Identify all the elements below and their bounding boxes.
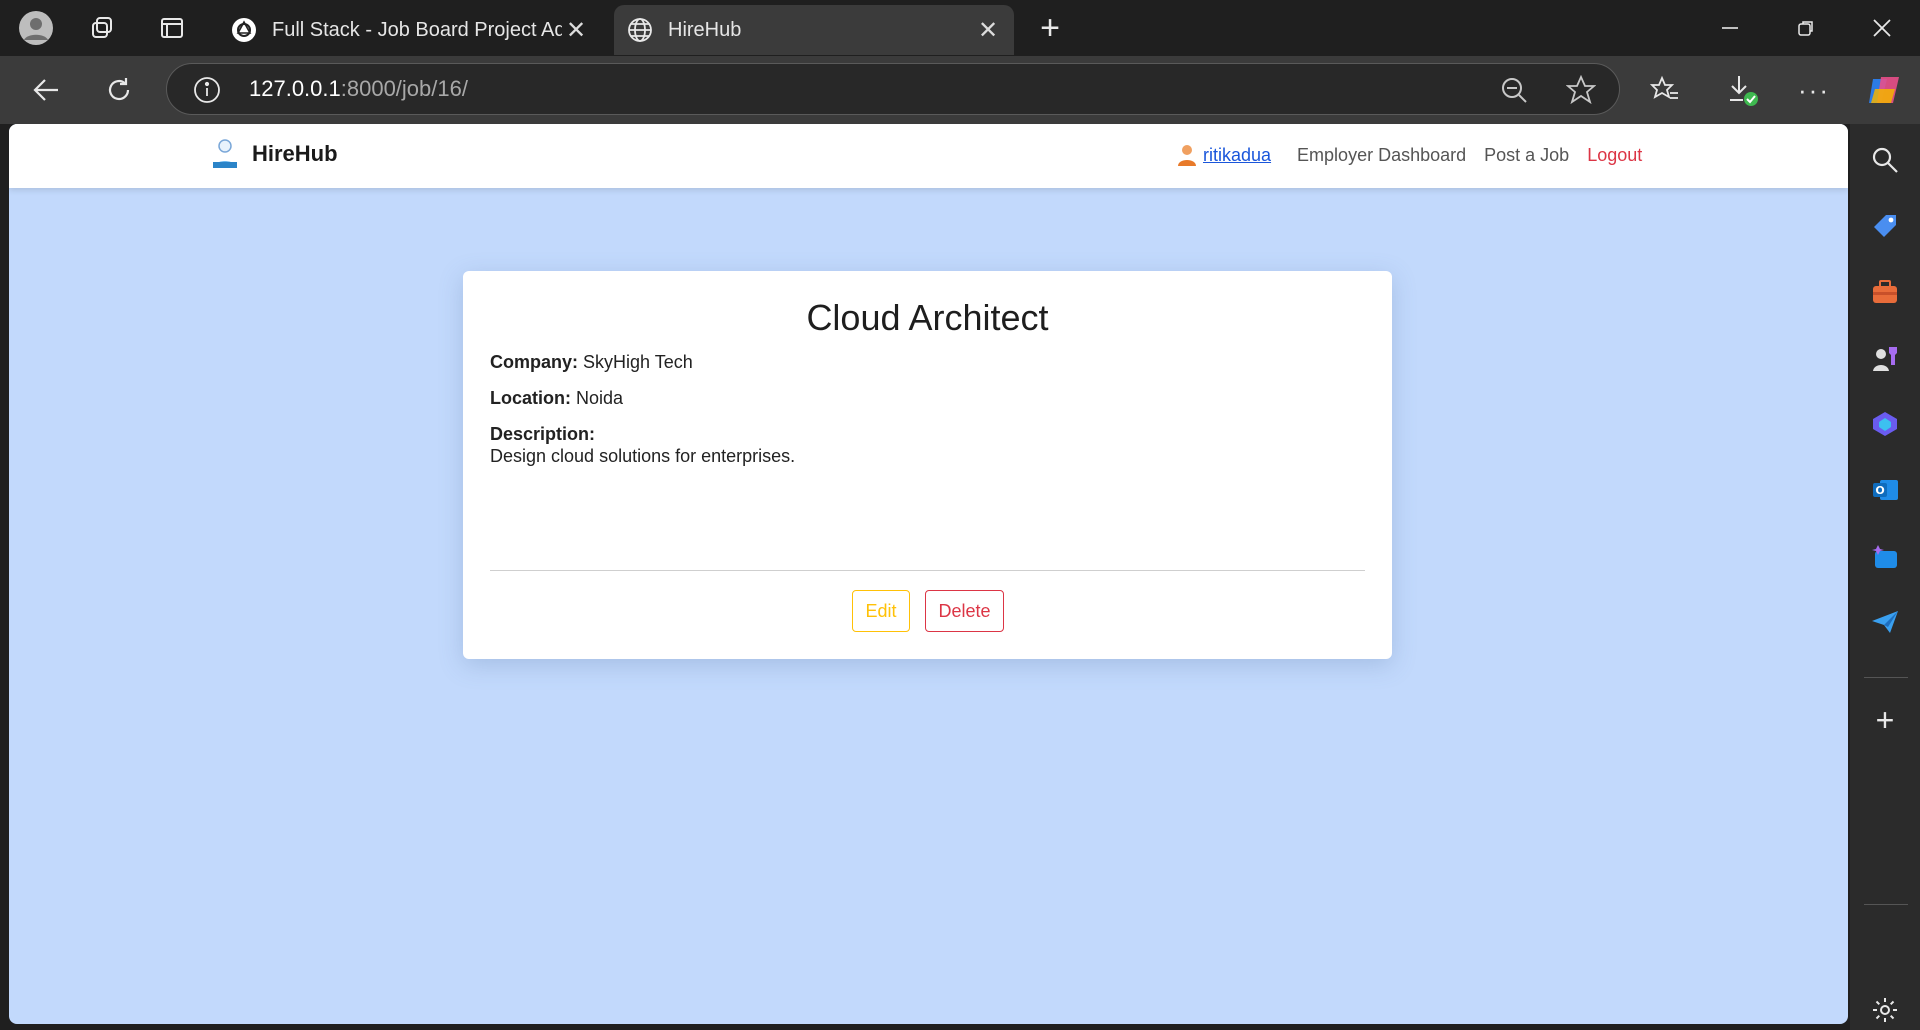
address-bar[interactable]: 127.0.0.1:8000/job/16/ xyxy=(166,63,1620,115)
company-row: Company: SkyHigh Tech xyxy=(490,352,693,373)
tab-title: HireHub xyxy=(668,18,742,41)
workspaces-icon[interactable] xyxy=(82,8,122,48)
restore-icon[interactable] xyxy=(1776,8,1836,48)
more-menu-icon[interactable]: ··· xyxy=(1792,68,1836,112)
company-label: Company: xyxy=(490,352,579,372)
copilot-sidebar-icon[interactable] xyxy=(1865,404,1905,444)
games-icon[interactable] xyxy=(1865,338,1905,378)
brand-name: HireHub xyxy=(252,141,338,166)
delete-button[interactable]: Delete xyxy=(925,590,1004,632)
tab-hirehub[interactable]: HireHub ✕ xyxy=(614,5,1014,55)
tab-title: Full Stack - Job Board Project Adv xyxy=(272,18,562,41)
browser-tab-strip: Full Stack - Job Board Project Adv ✕ Hir… xyxy=(0,0,1920,56)
url-path: :8000/job/16/ xyxy=(340,76,468,101)
browser-toolbar: 127.0.0.1:8000/job/16/ ··· xyxy=(0,56,1920,124)
tab-full-stack[interactable]: Full Stack - Job Board Project Adv ✕ xyxy=(218,5,602,55)
location-label: Location: xyxy=(490,388,571,408)
add-icon[interactable]: + xyxy=(1865,700,1905,740)
close-tab-icon[interactable]: ✕ xyxy=(974,16,1002,44)
copilot-icon[interactable] xyxy=(1862,68,1906,112)
reload-icon[interactable] xyxy=(97,68,141,112)
new-tab-icon[interactable]: + xyxy=(1030,8,1070,48)
shopping-tag-icon[interactable] xyxy=(1865,206,1905,246)
chatgpt-icon xyxy=(230,16,258,44)
search-icon[interactable] xyxy=(1865,140,1905,180)
nav-links: ritikadua Employer Dashboard Post a Job … xyxy=(1177,144,1642,166)
send-icon[interactable] xyxy=(1865,602,1905,642)
employer-dashboard-link[interactable]: Employer Dashboard xyxy=(1297,145,1466,166)
browser-sidebar: O + xyxy=(1850,124,1920,1030)
username-link[interactable]: ritikadua xyxy=(1177,144,1271,166)
brand-logo[interactable]: HireHub xyxy=(210,138,338,170)
tab-actions-icon[interactable] xyxy=(152,8,192,48)
toolbox-icon[interactable] xyxy=(1865,272,1905,312)
location-row: Location: Noida xyxy=(490,388,623,409)
location-value: Noida xyxy=(576,388,624,408)
close-window-icon[interactable] xyxy=(1852,8,1912,48)
zoom-out-icon[interactable] xyxy=(1500,76,1528,109)
logout-link[interactable]: Logout xyxy=(1587,145,1642,166)
edit-button[interactable]: Edit xyxy=(852,590,910,632)
favorites-icon[interactable] xyxy=(1643,68,1687,112)
app-navbar: HireHub ritikadua Employer Dashboard Pos… xyxy=(9,124,1848,188)
back-icon[interactable] xyxy=(24,68,68,112)
profile-avatar-icon[interactable] xyxy=(16,8,56,48)
designer-icon[interactable] xyxy=(1865,536,1905,576)
site-info-icon[interactable] xyxy=(193,76,221,109)
close-tab-icon[interactable]: ✕ xyxy=(562,16,590,44)
settings-gear-icon[interactable] xyxy=(1865,990,1905,1030)
brand-user-icon xyxy=(213,139,237,168)
globe-icon xyxy=(626,16,654,44)
company-value: SkyHigh Tech xyxy=(583,352,693,372)
job-detail-card: Cloud Architect Company: SkyHigh Tech Lo… xyxy=(463,271,1392,659)
minimize-icon[interactable] xyxy=(1700,8,1760,48)
downloads-icon[interactable] xyxy=(1720,68,1764,112)
sidebar-divider xyxy=(1864,677,1908,678)
svg-text:O: O xyxy=(1875,484,1884,497)
favorite-star-icon[interactable] xyxy=(1565,74,1597,110)
page-viewport: HireHub ritikadua Employer Dashboard Pos… xyxy=(9,124,1848,1024)
description-label: Description: xyxy=(490,424,596,444)
user-icon xyxy=(1178,145,1196,166)
sidebar-divider xyxy=(1864,904,1908,905)
url-host: 127.0.0.1 xyxy=(249,76,341,101)
post-job-link[interactable]: Post a Job xyxy=(1484,145,1569,166)
outlook-icon[interactable]: O xyxy=(1865,470,1905,510)
card-divider xyxy=(490,570,1365,571)
job-title: Cloud Architect xyxy=(806,297,1049,338)
description-text: Design cloud solutions for enterprises. xyxy=(490,446,796,466)
